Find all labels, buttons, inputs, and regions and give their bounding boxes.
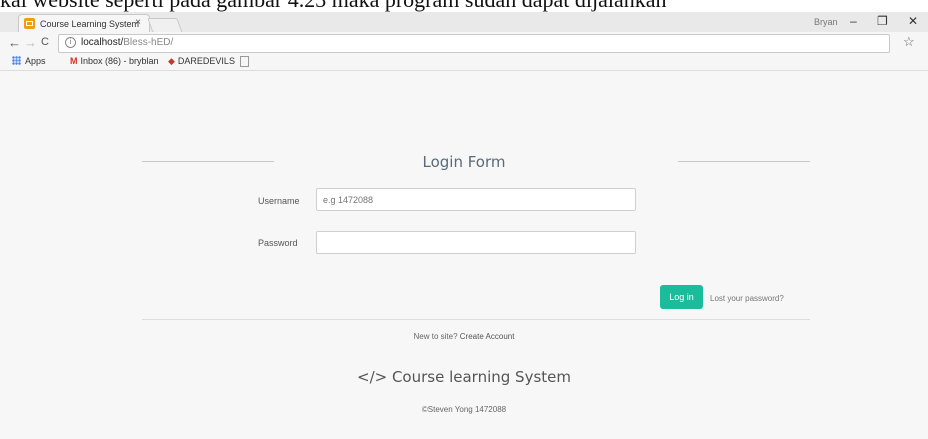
bookmark-star-icon[interactable]: ☆ — [903, 34, 915, 50]
create-account-link[interactable]: Create Account — [460, 332, 515, 341]
daredevils-icon: ◆ — [168, 56, 175, 66]
site-brand: </> Course learning System — [357, 368, 571, 386]
url-host: localhost/ — [81, 37, 124, 48]
close-window-icon[interactable]: ✕ — [908, 14, 918, 28]
copyright-text: ©Steven Yong 1472088 — [421, 405, 507, 414]
bookmark-daredevils[interactable]: ◆ DAREDEVILS — [168, 56, 235, 67]
new-to-site-text: New to site? — [413, 332, 460, 341]
login-button[interactable]: Log in — [660, 285, 703, 309]
forward-arrow-icon[interactable]: → — [24, 35, 37, 50]
minimize-icon[interactable]: – — [850, 14, 857, 28]
bookmark-apps[interactable]: Apps — [12, 56, 46, 66]
username-label: Username — [258, 196, 300, 206]
username-input[interactable] — [316, 188, 636, 211]
bookmark-daredevils-label: DAREDEVILS — [177, 56, 235, 66]
signup-prompt: New to site? Create Account — [0, 332, 928, 341]
gmail-icon: M — [70, 56, 78, 66]
password-label: Password — [258, 238, 298, 248]
title-rule-right — [678, 161, 810, 162]
tab-title: Course Learning System — [40, 19, 140, 29]
bookmarks-bar: Apps M Inbox (86) - bryblan ◆ DAREDEVILS — [0, 54, 928, 71]
apps-grid-icon — [12, 56, 21, 65]
url-path: Bless-hED/ — [123, 37, 174, 48]
address-bar[interactable]: i localhost/Bless-hED/ — [58, 34, 890, 53]
info-icon[interactable]: i — [65, 37, 76, 48]
bookmark-gmail-label: Inbox (86) - bryblan — [80, 56, 159, 66]
profile-name[interactable]: Bryan — [814, 17, 838, 27]
tab-bar: Course Learning System × Bryan – ❐ ✕ — [0, 12, 928, 33]
reload-icon[interactable]: C — [41, 36, 49, 48]
url-text: localhost/Bless-hED/ — [81, 37, 173, 48]
form-divider — [142, 319, 810, 320]
bookmark-gmail[interactable]: M Inbox (86) - bryblan — [70, 56, 159, 66]
bookmark-apps-label: Apps — [25, 56, 46, 66]
browser-toolbar: ← → C i localhost/Bless-hED/ ☆ — [0, 32, 928, 54]
login-page: Login Form Username Password Log in Lost… — [0, 71, 928, 439]
new-tab-button[interactable] — [147, 18, 183, 33]
back-arrow-icon[interactable]: ← — [8, 35, 21, 50]
password-input[interactable] — [316, 231, 636, 254]
tab-close-icon[interactable]: × — [135, 17, 141, 28]
bookmark-blank[interactable] — [240, 56, 249, 68]
document-icon — [240, 56, 249, 67]
browser-window: Course Learning System × Bryan – ❐ ✕ ← →… — [0, 12, 928, 439]
document-caption: kai website seperti pada gambar 4.23 mak… — [0, 0, 928, 12]
lost-password-link[interactable]: Lost your password? — [710, 294, 784, 303]
restore-icon[interactable]: ❐ — [877, 14, 888, 28]
form-title: Login Form — [422, 153, 506, 171]
tab-course-learning[interactable]: Course Learning System × — [18, 14, 150, 33]
site-favicon-icon — [24, 18, 35, 29]
